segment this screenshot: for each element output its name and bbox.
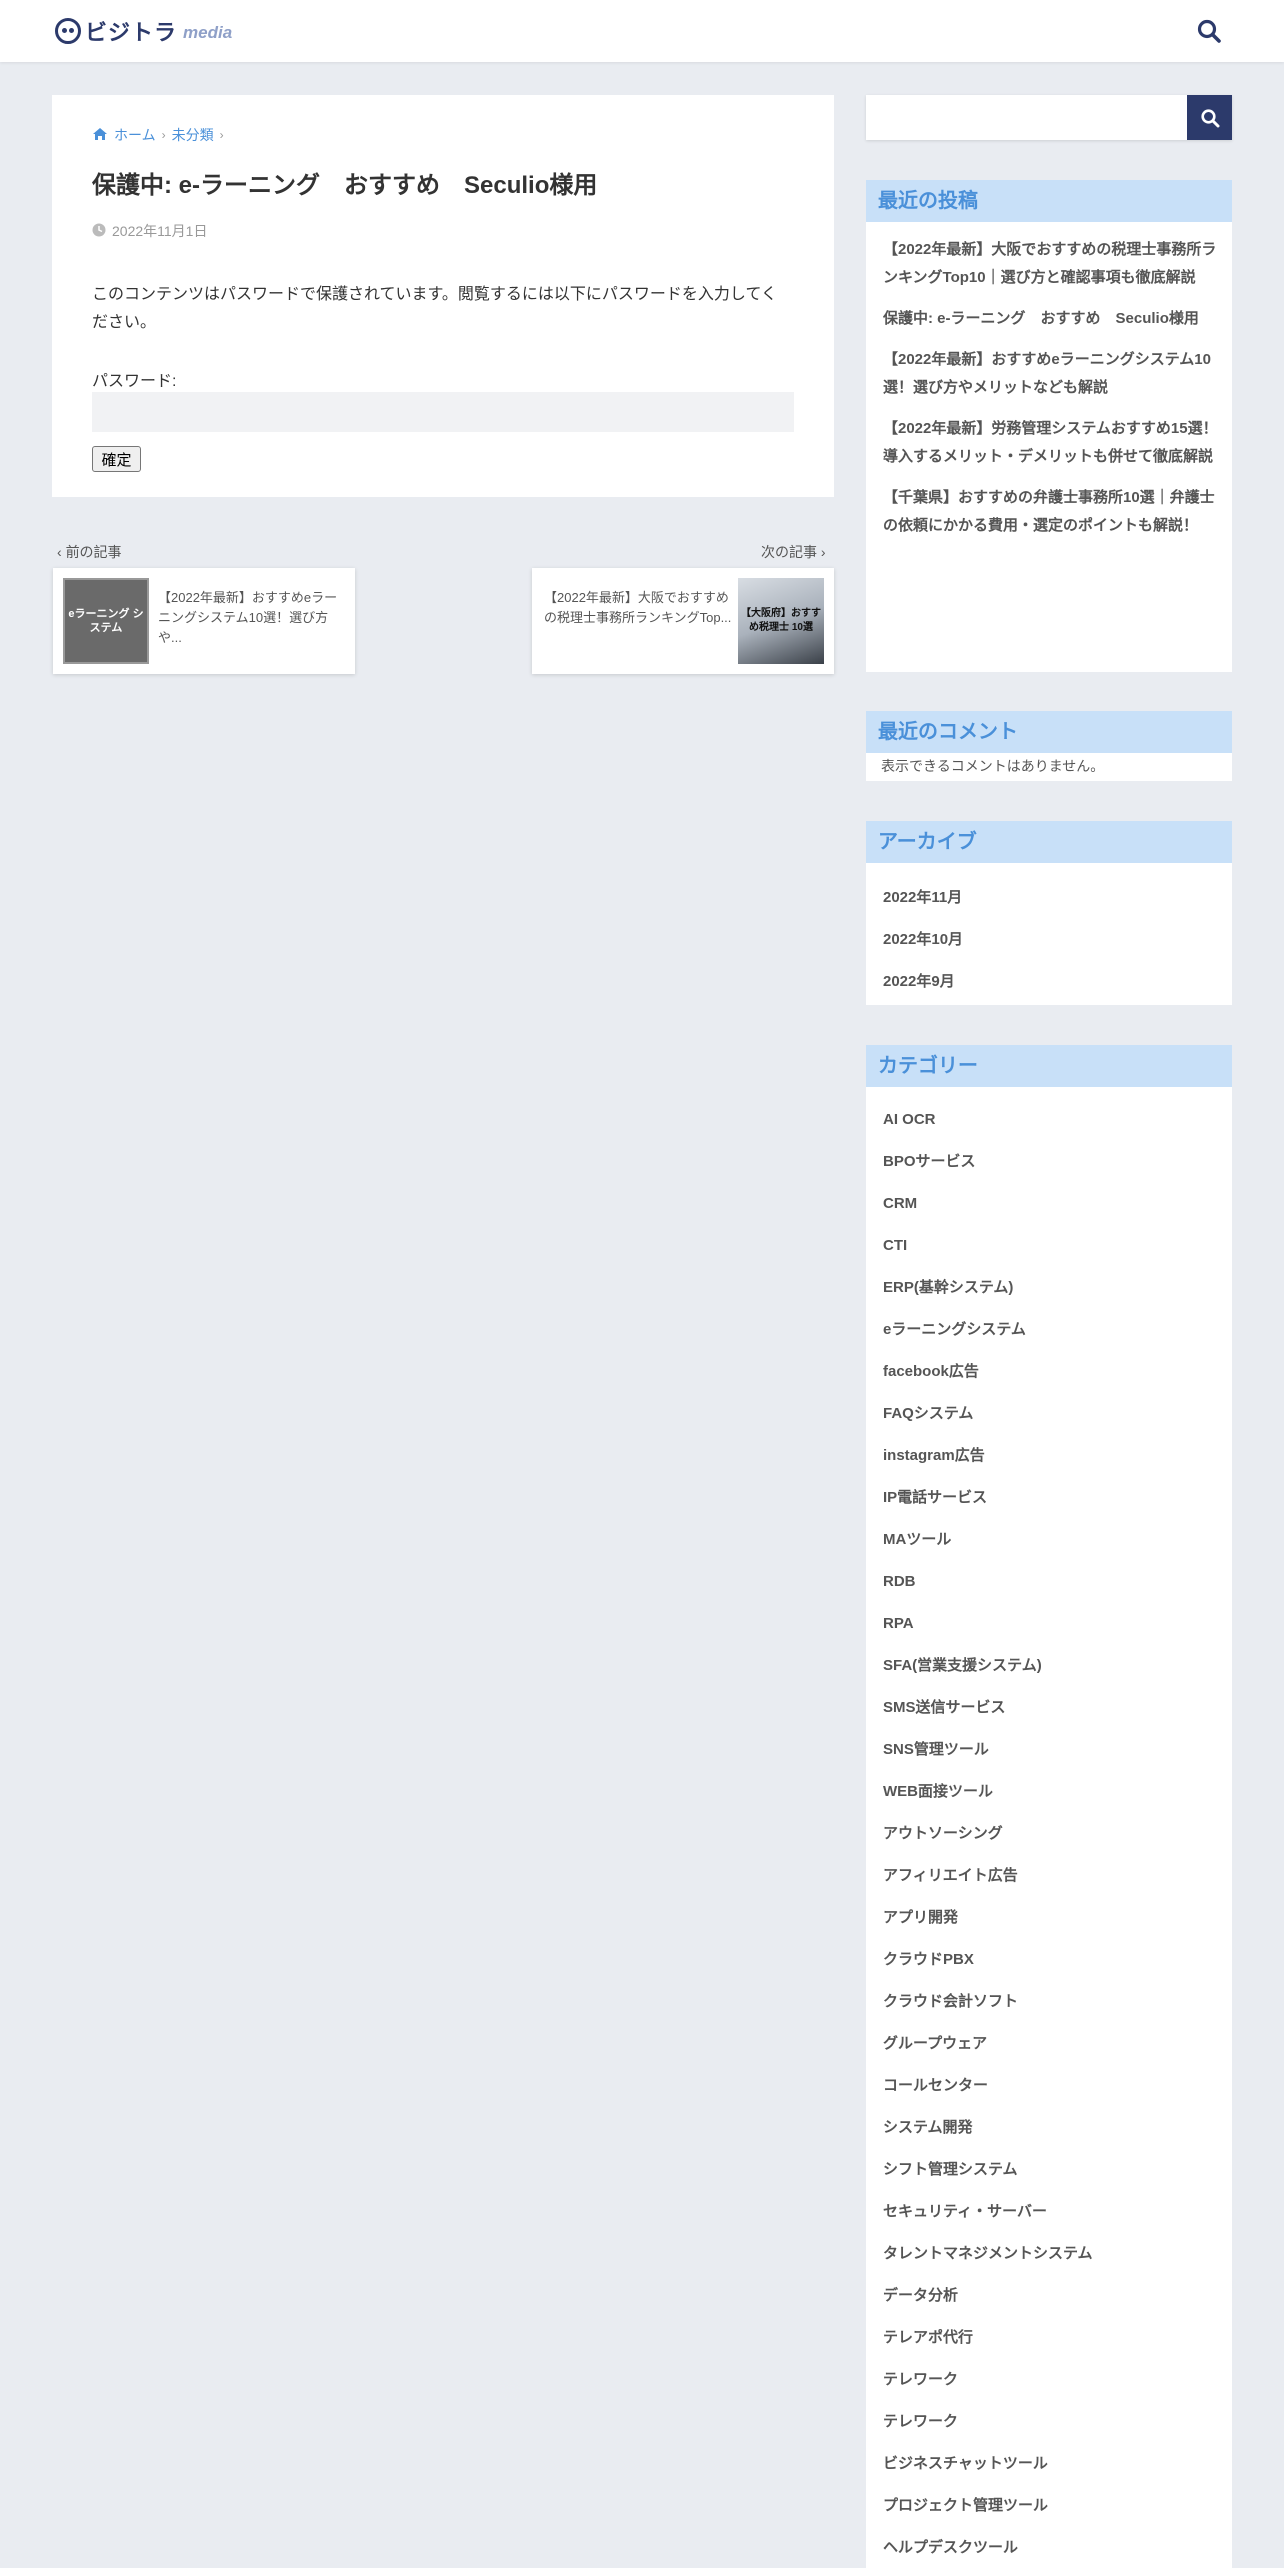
category-link[interactable]: ERP(基幹システム) xyxy=(866,1267,1232,1309)
category-link[interactable]: FAQシステム xyxy=(866,1393,1232,1435)
category-link[interactable]: コールセンター xyxy=(866,2065,1232,2107)
category-link[interactable]: ヘルプデスクツール xyxy=(866,2527,1232,2568)
category-link[interactable]: テレアポ代行 xyxy=(866,2317,1232,2359)
category-link[interactable]: WEB面接ツール xyxy=(866,1771,1232,1813)
category-link[interactable]: instagram広告 xyxy=(866,1435,1232,1477)
category-link[interactable]: BPOサービス xyxy=(866,1141,1232,1183)
password-field[interactable] xyxy=(92,392,794,432)
prev-post-label[interactable]: ‹ 前の記事 xyxy=(57,542,122,562)
category-link[interactable]: テレワーク xyxy=(866,2359,1232,2401)
site-logo[interactable]: ビジトラ media xyxy=(55,16,232,46)
prev-post-card[interactable]: eラーニング システム 【2022年最新】おすすめeラーニングシステム10選！選… xyxy=(53,568,355,674)
recent-post-link[interactable]: 【千葉県】おすすめの弁護士事務所10選｜弁護士の依頼にかかる費用・選定のポイント… xyxy=(866,484,1232,540)
widget-title: アーカイブ xyxy=(866,821,1232,863)
logo-sub: media xyxy=(183,23,233,42)
category-link[interactable]: タレントマネジメントシステム xyxy=(866,2233,1232,2275)
prev-post-thumbnail: eラーニング システム xyxy=(63,578,149,664)
chevron-right-icon: › xyxy=(820,544,826,560)
archive-link[interactable]: 2022年9月 xyxy=(866,961,1232,1003)
archive-link[interactable]: 2022年11月 xyxy=(866,877,1232,919)
article-card: ホーム › 未分類 › 保護中: e-ラーニング おすすめ Seculio様用 … xyxy=(52,95,834,497)
category-link[interactable]: facebook広告 xyxy=(866,1351,1232,1393)
category-link[interactable]: セキュリティ・サーバー xyxy=(866,2191,1232,2233)
next-post-title: 【2022年最新】大阪でおすすめの税理士事務所ランキングTop... xyxy=(544,590,732,625)
home-icon xyxy=(92,127,108,144)
recent-post-link[interactable]: 【2022年最新】労務管理システムおすすめ15選！導入するメリット・デメリットも… xyxy=(866,415,1232,471)
category-link[interactable]: IP電話サービス xyxy=(866,1477,1232,1519)
recent-comments-widget: 最近のコメント 表示できるコメントはありません。 xyxy=(866,711,1232,781)
category-link[interactable]: プロジェクト管理ツール xyxy=(866,2485,1232,2527)
category-link[interactable]: SNS管理ツール xyxy=(866,1729,1232,1771)
search-button[interactable] xyxy=(1187,95,1232,140)
category-link[interactable]: eラーニングシステム xyxy=(866,1309,1232,1351)
category-link[interactable]: CRM xyxy=(866,1183,1232,1225)
category-link[interactable]: システム開発 xyxy=(866,2107,1232,2149)
sidebar-search xyxy=(866,95,1232,140)
post-date-text: 2022年11月1日 xyxy=(112,223,208,239)
category-link[interactable]: データ分析 xyxy=(866,2275,1232,2317)
breadcrumb: ホーム › 未分類 › xyxy=(92,125,224,145)
protected-message: このコンテンツはパスワードで保護されています。閲覧するには以下にパスワードを入力… xyxy=(92,286,777,331)
category-list: AI OCR BPOサービス CRM CTI ERP(基幹システム) eラーニン… xyxy=(866,1087,1232,2568)
widget-title: 最近のコメント xyxy=(866,711,1232,753)
search-input[interactable] xyxy=(866,95,1186,140)
prev-post-label-text: 前の記事 xyxy=(65,544,122,560)
recent-post-link[interactable]: 【2022年最新】大阪でおすすめの税理士事務所ランキングTop10｜選び方と確認… xyxy=(866,236,1232,292)
prev-post-title: 【2022年最新】おすすめeラーニングシステム10選！選び方や... xyxy=(158,590,338,645)
category-link[interactable]: AI OCR xyxy=(866,1099,1232,1141)
archive-list: 2022年11月 2022年10月 2022年9月 xyxy=(866,863,1232,1003)
category-link[interactable]: RPA xyxy=(866,1603,1232,1645)
next-post-label-text: 次の記事 xyxy=(761,544,817,560)
submit-button[interactable]: 確定 xyxy=(92,446,141,472)
chevron-right-icon: › xyxy=(161,128,166,142)
category-link[interactable]: グループウェア xyxy=(866,2023,1232,2065)
recent-posts-widget: 最近の投稿 【2022年最新】大阪でおすすめの税理士事務所ランキングTop10｜… xyxy=(866,180,1232,672)
breadcrumb-category[interactable]: 未分類 xyxy=(172,125,214,145)
post-date: 2022年11月1日 xyxy=(92,221,207,241)
next-post-card[interactable]: 【2022年最新】大阪でおすすめの税理士事務所ランキングTop... 【大阪府】… xyxy=(532,568,834,674)
next-post-label[interactable]: 次の記事 › xyxy=(761,542,826,562)
next-post-thumbnail: 【大阪府】おすすめ税理士 10選 xyxy=(738,578,824,664)
category-link[interactable]: アウトソーシング xyxy=(866,1813,1232,1855)
no-comments-text: 表示できるコメントはありません。 xyxy=(881,758,1105,774)
widget-title: 最近の投稿 xyxy=(866,180,1232,222)
category-link[interactable]: テレワーク xyxy=(866,2401,1232,2443)
recent-post-link[interactable]: 【2022年最新】おすすめeラーニングシステム10選！選び方やメリットなども解説 xyxy=(866,346,1232,402)
chevron-right-icon: › xyxy=(219,128,224,142)
widget-title: カテゴリー xyxy=(866,1045,1232,1087)
category-link[interactable]: MAツール xyxy=(866,1519,1232,1561)
recent-posts-list: 【2022年最新】大阪でおすすめの税理士事務所ランキングTop10｜選び方と確認… xyxy=(866,222,1232,540)
search-icon[interactable] xyxy=(1196,18,1222,44)
category-link[interactable]: ビジネスチャットツール xyxy=(866,2443,1232,2485)
archive-link[interactable]: 2022年10月 xyxy=(866,919,1232,961)
recent-post-link[interactable]: 保護中: e-ラーニング おすすめ Seculio様用 xyxy=(866,305,1232,333)
chevron-left-icon: ‹ xyxy=(57,544,62,560)
categories-widget: カテゴリー AI OCR BPOサービス CRM CTI ERP(基幹システム)… xyxy=(866,1045,1232,2568)
archive-widget: アーカイブ 2022年11月 2022年10月 2022年9月 xyxy=(866,821,1232,1005)
category-link[interactable]: アプリ開発 xyxy=(866,1897,1232,1939)
category-link[interactable]: クラウド会計ソフト xyxy=(866,1981,1232,2023)
password-label: パスワード: xyxy=(92,373,177,390)
category-link[interactable]: RDB xyxy=(866,1561,1232,1603)
site-header: ビジトラ media xyxy=(0,0,1284,62)
logo-text: ビジトラ xyxy=(85,20,178,45)
category-link[interactable]: アフィリエイト広告 xyxy=(866,1855,1232,1897)
category-link[interactable]: SMS送信サービス xyxy=(866,1687,1232,1729)
category-link[interactable]: クラウドPBX xyxy=(866,1939,1232,1981)
breadcrumb-home[interactable]: ホーム xyxy=(114,125,156,145)
logo-mark-icon xyxy=(55,18,81,44)
clock-icon xyxy=(92,223,106,240)
page-title: 保護中: e-ラーニング おすすめ Seculio様用 xyxy=(92,172,598,199)
search-icon xyxy=(1200,108,1219,127)
category-link[interactable]: シフト管理システム xyxy=(866,2149,1232,2191)
category-link[interactable]: CTI xyxy=(866,1225,1232,1267)
category-link[interactable]: SFA(営業支援システム) xyxy=(866,1645,1232,1687)
